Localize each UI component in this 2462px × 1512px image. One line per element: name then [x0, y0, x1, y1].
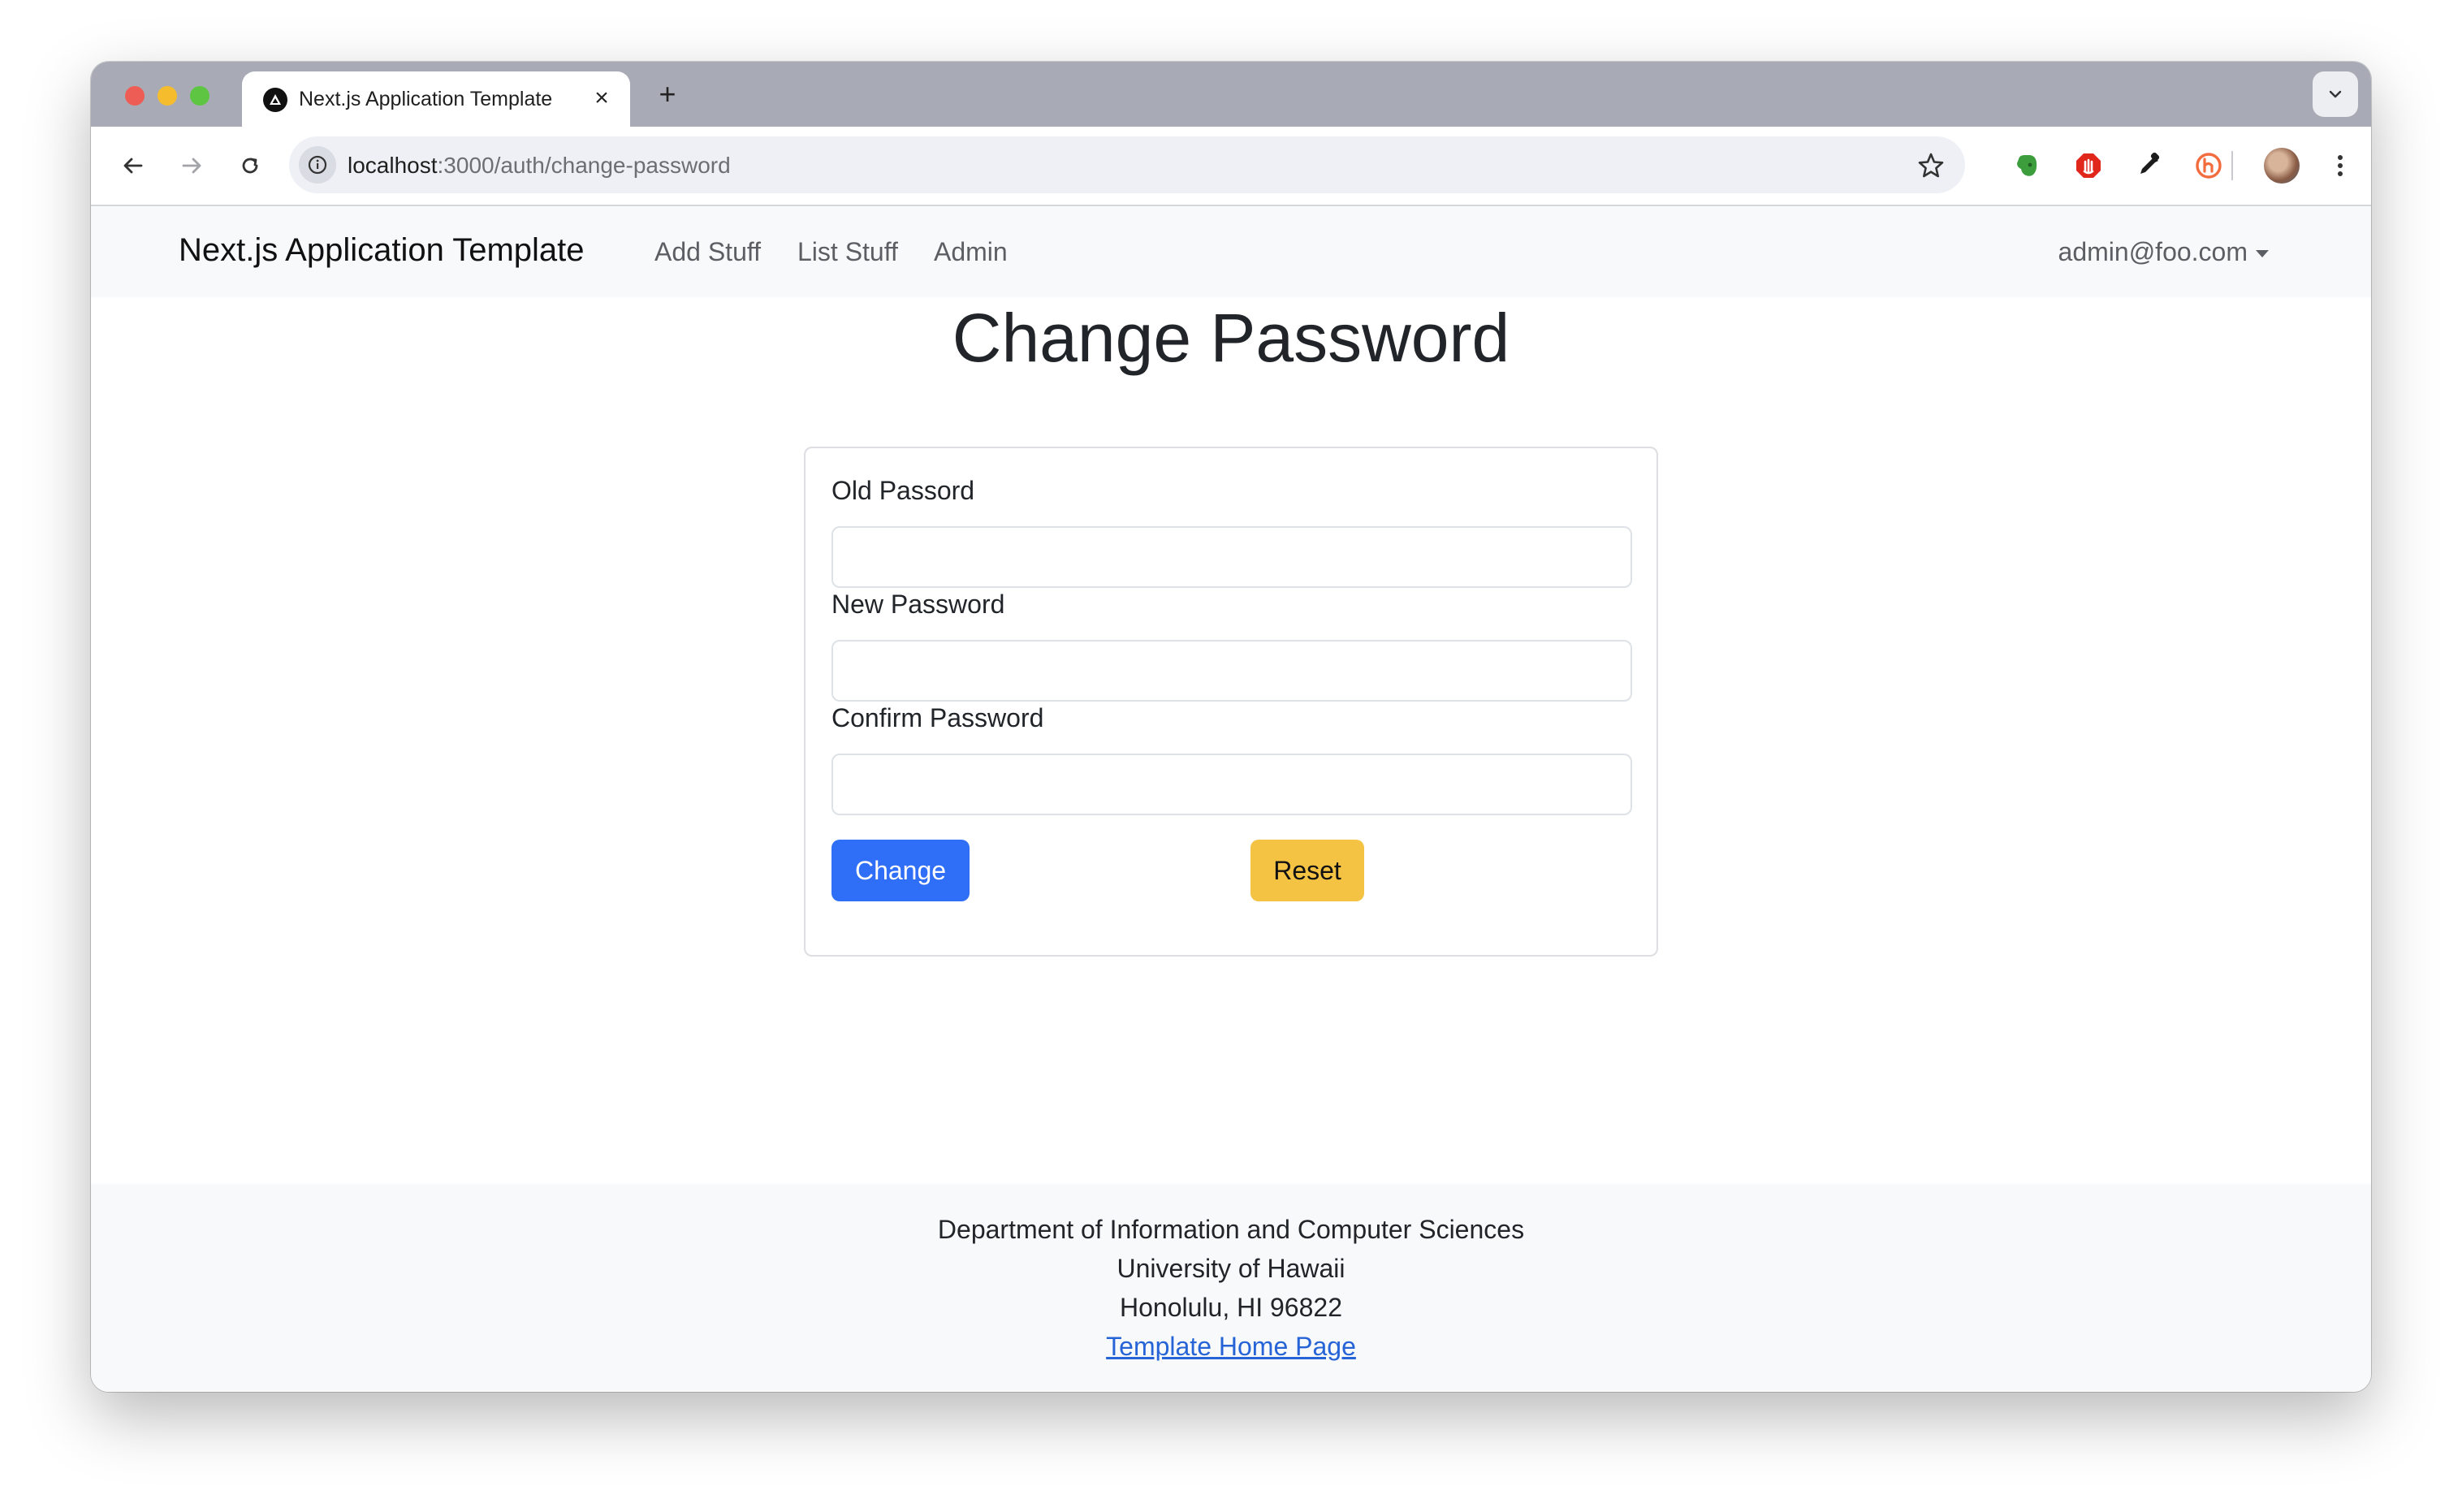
new-password-input[interactable] — [831, 640, 1632, 702]
confirm-password-label: Confirm Password — [831, 703, 1044, 732]
reload-button[interactable] — [232, 148, 268, 184]
maximize-window-button[interactable] — [190, 86, 209, 106]
navbar-brand[interactable]: Next.js Application Template — [179, 232, 585, 269]
nav-link-add-stuff[interactable]: Add Stuff — [654, 237, 761, 267]
new-tab-icon[interactable]: + — [651, 78, 684, 110]
nav-link-list-stuff[interactable]: List Stuff — [797, 237, 898, 267]
tab-close-icon[interactable]: × — [588, 84, 616, 112]
evernote-icon[interactable] — [2009, 148, 2045, 184]
page-content: Next.js Application Template Add Stuff L… — [91, 206, 2371, 1392]
tab-strip: Next.js Application Template × + — [91, 62, 2371, 127]
template-home-link[interactable]: Template Home Page — [1106, 1332, 1356, 1361]
reset-button[interactable]: Reset — [1250, 840, 1364, 901]
footer-department: Department of Information and Computer S… — [937, 1215, 1525, 1244]
tab-title: Next.js Application Template — [299, 88, 553, 110]
close-window-button[interactable] — [125, 86, 145, 106]
change-button[interactable]: Change — [831, 840, 970, 901]
app-navbar: Next.js Application Template Add Stuff L… — [91, 206, 2371, 297]
bookmark-star-icon[interactable] — [1916, 151, 1946, 180]
back-button[interactable] — [115, 148, 151, 184]
url-host: localhost — [348, 153, 438, 178]
footer-link-container: Template Home Page — [91, 1327, 2371, 1366]
honey-icon[interactable] — [2191, 148, 2227, 184]
page-title: Change Password — [952, 300, 1510, 376]
url-text[interactable]: localhost:3000/auth/change-password — [348, 153, 731, 179]
chevron-down-icon — [2329, 90, 2342, 98]
new-password-label: New Password — [831, 590, 1005, 619]
toolbar-divider — [2231, 151, 2233, 180]
footer: Department of Information and Computer S… — [91, 1184, 2371, 1392]
caret-down-icon — [2256, 250, 2269, 258]
arrow-right-icon — [182, 158, 201, 174]
nav-link-admin[interactable]: Admin — [934, 237, 1008, 267]
profile-avatar[interactable] — [2264, 148, 2300, 184]
eyedropper-icon[interactable] — [2131, 148, 2166, 184]
tab-search-button[interactable] — [2313, 71, 2358, 117]
browser-menu-icon[interactable] — [2322, 148, 2358, 184]
forward-button[interactable] — [174, 148, 209, 184]
footer-university: University of Hawaii — [1117, 1254, 1345, 1283]
browser-window: Next.js Application Template × + localho… — [91, 62, 2371, 1392]
site-info-icon[interactable] — [299, 146, 336, 184]
reload-icon — [242, 158, 258, 174]
change-password-form: Old Passord New Password Confirm Passwor… — [804, 447, 1658, 957]
address-bar[interactable]: localhost:3000/auth/change-password — [289, 136, 1965, 193]
old-password-label: Old Passord — [831, 476, 975, 505]
confirm-password-input[interactable] — [831, 754, 1632, 815]
nextjs-favicon-icon — [263, 88, 287, 112]
old-password-input[interactable] — [831, 526, 1632, 588]
user-email: admin@foo.com — [2058, 237, 2248, 266]
user-dropdown[interactable]: admin@foo.com — [2058, 237, 2269, 267]
adblock-icon[interactable] — [2071, 148, 2106, 184]
browser-toolbar: localhost:3000/auth/change-password — [91, 127, 2371, 206]
url-path: :3000/auth/change-password — [437, 153, 731, 178]
arrow-left-icon — [123, 158, 143, 174]
footer-address: Honolulu, HI 96822 — [1120, 1293, 1342, 1322]
browser-tab[interactable]: Next.js Application Template × — [242, 71, 630, 127]
minimize-window-button[interactable] — [158, 86, 177, 106]
